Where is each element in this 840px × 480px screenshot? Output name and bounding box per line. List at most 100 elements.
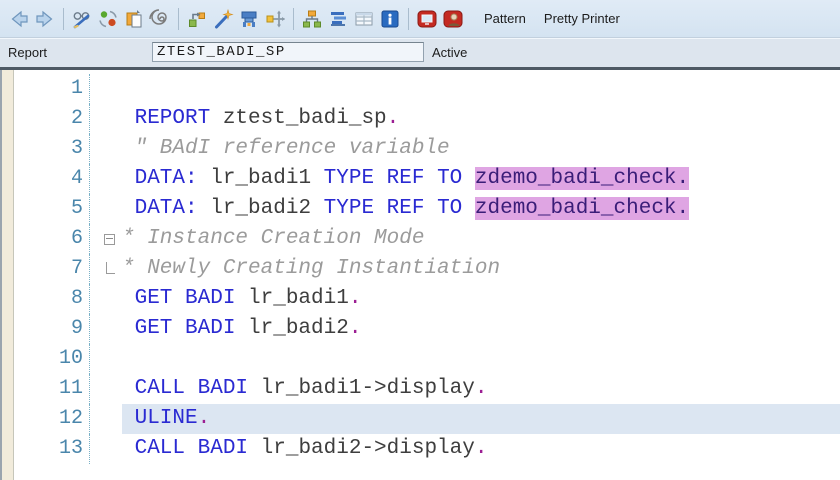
- object-switch-icon: [189, 12, 205, 27]
- code-text[interactable]: DATA: lr_badi1 TYPE REF TO zdemo_badi_ch…: [122, 164, 840, 194]
- fold-margin: [90, 134, 122, 164]
- line-number: 3: [15, 134, 90, 164]
- code-text[interactable]: * Instance Creation Mode: [122, 224, 840, 254]
- pattern-wand-button[interactable]: [210, 6, 236, 32]
- code-text[interactable]: ULINE.: [122, 404, 840, 434]
- refresh-cycle-icon: [99, 10, 117, 27]
- code-text[interactable]: REPORT ztest_badi_sp.: [122, 104, 840, 134]
- fold-margin: [90, 404, 122, 434]
- fold-margin: [90, 164, 122, 194]
- code-text[interactable]: " BAdI reference variable: [122, 134, 840, 164]
- editor-gutter: [2, 70, 14, 480]
- line-number: 12: [15, 404, 90, 434]
- report-name-input[interactable]: ZTEST_BADI_SP: [152, 42, 424, 62]
- fold-margin: [90, 104, 122, 134]
- toolbar-separator: [63, 7, 64, 30]
- line-number: 10: [15, 344, 90, 374]
- sort-align-button[interactable]: [325, 6, 351, 32]
- syntax-check-button[interactable]: [236, 6, 262, 32]
- code-text[interactable]: DATA: lr_badi2 TYPE REF TO zdemo_badi_ch…: [122, 194, 840, 224]
- navigate-button[interactable]: [262, 6, 288, 32]
- line-number: 11: [15, 374, 90, 404]
- glasses-pen-icon: [73, 11, 90, 28]
- code-line-7[interactable]: 7 * Newly Creating Instantiation: [15, 254, 840, 284]
- code-text[interactable]: GET BADI lr_badi2.: [122, 314, 840, 344]
- fold-margin: [90, 314, 122, 344]
- code-line-9[interactable]: 9 GET BADI lr_badi2.: [15, 314, 840, 344]
- report-bar: Report ZTEST_BADI_SP Active: [0, 38, 840, 67]
- code-line-6[interactable]: 6 * Instance Creation Mode: [15, 224, 840, 254]
- code-text[interactable]: GET BADI lr_badi1.: [122, 284, 840, 314]
- copy-clipboard-icon: [126, 9, 142, 27]
- line-number: 8: [15, 284, 90, 314]
- where-used-button[interactable]: [147, 6, 173, 32]
- code-text[interactable]: [122, 344, 840, 374]
- fold-margin[interactable]: [90, 224, 122, 254]
- code-line-12[interactable]: 12 ULINE.: [15, 404, 840, 434]
- fold-margin: [90, 344, 122, 374]
- cross-arrows-icon: [266, 10, 285, 27]
- code-text[interactable]: CALL BADI lr_badi2->display.: [122, 434, 840, 464]
- fold-margin: [90, 74, 122, 104]
- code-line-1[interactable]: 1: [15, 74, 840, 104]
- display-change-button[interactable]: [69, 6, 95, 32]
- code-text[interactable]: CALL BADI lr_badi1->display.: [122, 374, 840, 404]
- code-line-11[interactable]: 11 CALL BADI lr_badi1->display.: [15, 374, 840, 404]
- abap-code-editor[interactable]: 12 REPORT ztest_badi_sp. 3 " BAdI referen…: [0, 70, 840, 480]
- fold-margin: [90, 374, 122, 404]
- indent-bars-icon: [331, 11, 346, 26]
- spiral-icon: [149, 8, 167, 25]
- line-number: 1: [15, 74, 90, 104]
- back-button[interactable]: [6, 6, 32, 32]
- help-user-icon: [443, 10, 463, 27]
- check-machine-icon: [241, 11, 257, 27]
- code-line-13[interactable]: 13 CALL BADI lr_badi2->display.: [15, 434, 840, 464]
- info-button[interactable]: [377, 6, 403, 32]
- fold-collapse-icon[interactable]: [104, 234, 115, 245]
- toolbar: Pattern Pretty Printer: [0, 0, 840, 38]
- line-number: 7: [15, 254, 90, 284]
- sap-abap-editor-window: Pattern Pretty Printer Report ZTEST_BADI…: [0, 0, 840, 480]
- back-arrow-icon: [11, 10, 28, 27]
- code-line-8[interactable]: 8 GET BADI lr_badi1.: [15, 284, 840, 314]
- code-line-4[interactable]: 4 DATA: lr_badi1 TYPE REF TO zdemo_badi_…: [15, 164, 840, 194]
- magic-wand-icon: [215, 8, 234, 28]
- help-display-icon: [417, 10, 437, 27]
- pattern-button[interactable]: Pattern: [484, 11, 526, 26]
- fold-margin: [90, 254, 122, 284]
- pretty-printer-button[interactable]: Pretty Printer: [544, 11, 620, 26]
- code-line-3[interactable]: 3 " BAdI reference variable: [15, 134, 840, 164]
- hierarchy-icon: [303, 10, 321, 27]
- help-user-button[interactable]: [440, 6, 466, 32]
- report-label: Report: [8, 45, 48, 60]
- fold-corner-icon: [106, 262, 115, 274]
- line-number: 5: [15, 194, 90, 224]
- code-text[interactable]: [122, 74, 840, 104]
- table-view-button[interactable]: [351, 6, 377, 32]
- help-display-button[interactable]: [414, 6, 440, 32]
- forward-arrow-icon: [36, 10, 53, 27]
- code-line-10[interactable]: 10: [15, 344, 840, 374]
- fold-margin: [90, 434, 122, 464]
- forward-button[interactable]: [32, 6, 58, 32]
- info-icon: [381, 10, 399, 27]
- fold-margin: [90, 284, 122, 314]
- line-number: 9: [15, 314, 90, 344]
- line-number: 4: [15, 164, 90, 194]
- copy-button[interactable]: [121, 6, 147, 32]
- toolbar-separator: [408, 7, 409, 30]
- code-line-2[interactable]: 2 REPORT ztest_badi_sp.: [15, 104, 840, 134]
- code-text[interactable]: * Newly Creating Instantiation: [122, 254, 840, 284]
- line-number: 2: [15, 104, 90, 134]
- line-number: 13: [15, 434, 90, 464]
- code-line-5[interactable]: 5 DATA: lr_badi2 TYPE REF TO zdemo_badi_…: [15, 194, 840, 224]
- status-active-label: Active: [432, 45, 468, 60]
- object-hierarchy-button[interactable]: [299, 6, 325, 32]
- fold-margin: [90, 194, 122, 224]
- refresh-button[interactable]: [95, 6, 121, 32]
- other-object-button[interactable]: [184, 6, 210, 32]
- toolbar-separator: [293, 7, 294, 30]
- table-grid-icon: [355, 12, 373, 25]
- line-number: 6: [15, 224, 90, 254]
- code-lines: 12 REPORT ztest_badi_sp. 3 " BAdI referen…: [15, 74, 840, 464]
